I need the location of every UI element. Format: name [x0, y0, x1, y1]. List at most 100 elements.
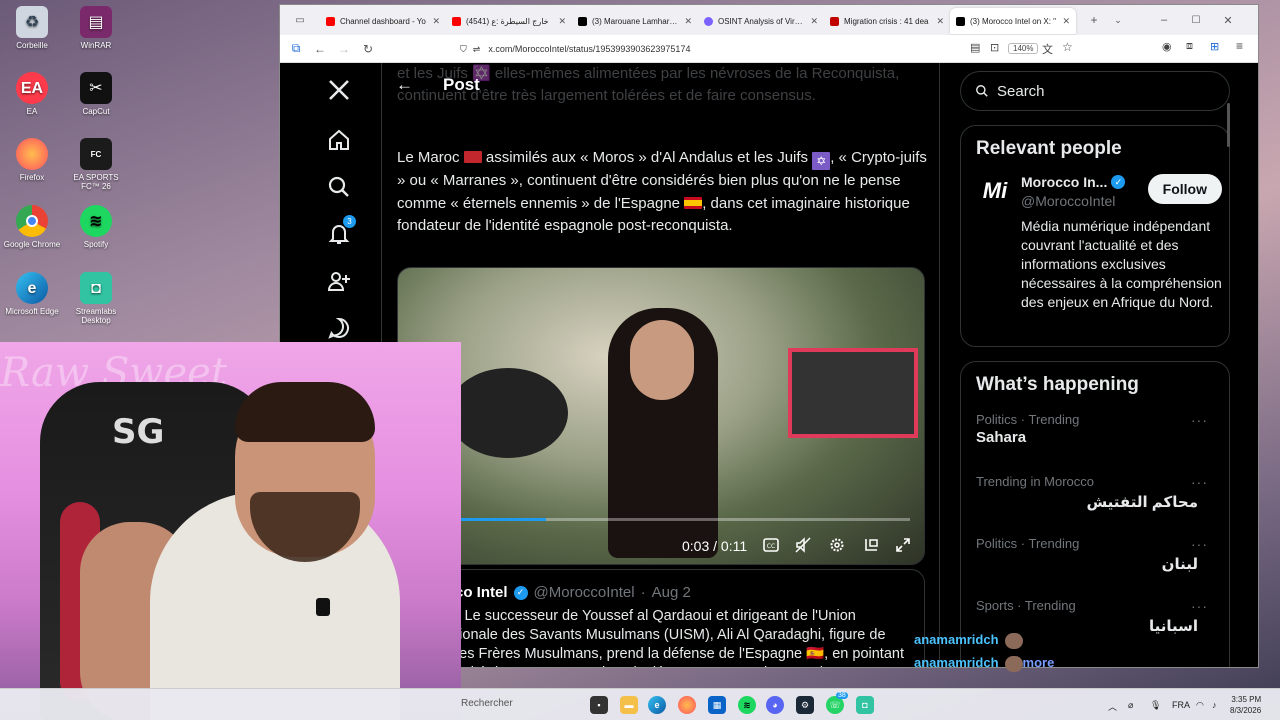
sidebar-toggle-icon[interactable]: ⧉ — [284, 41, 308, 56]
reload-icon[interactable]: ↻ — [356, 42, 380, 56]
zoom-level[interactable]: 140% — [1008, 43, 1039, 54]
browser-tab[interactable]: (3) Marouane Lamharzi / ✕ — [572, 8, 698, 34]
x-logo-icon[interactable] — [326, 77, 352, 103]
mute-icon[interactable] — [792, 534, 814, 556]
tab-list-icon[interactable]: ▭ — [280, 15, 320, 26]
url-text[interactable]: x.com/MoroccoIntel/status/19539939036239… — [488, 44, 690, 54]
tray-network-icon[interactable]: ⌀ — [1128, 700, 1133, 711]
discord-icon[interactable]: ◕ — [766, 696, 784, 714]
trend-item[interactable]: Politics · Trending Sahara ··· — [976, 412, 1214, 470]
tray-mic-icon[interactable]: 🎙 — [1150, 700, 1161, 711]
maximize-icon[interactable]: ☐ — [1184, 15, 1208, 26]
video-player[interactable]: 0:03 / 0:11 CC — [397, 267, 925, 565]
desktop-icon-label: Firefox — [19, 173, 45, 182]
browser-tab[interactable]: OSINT Analysis of Viral N ✕ — [698, 8, 824, 34]
back-icon[interactable]: ← — [308, 42, 332, 56]
chat-username: anamamridch — [914, 655, 999, 670]
whats-happening-title: What’s happening — [976, 374, 1139, 395]
chevron-down-icon[interactable]: ⌄ — [1106, 15, 1130, 26]
scrollbar[interactable] — [1227, 103, 1230, 147]
microsoft-edge-icon[interactable]: e Microsoft Edge — [0, 272, 64, 316]
close-tab-icon[interactable]: ✕ — [684, 16, 692, 27]
back-arrow-icon[interactable]: ← — [396, 75, 413, 95]
more-options-icon[interactable]: ··· — [1191, 474, 1208, 490]
notifications-bell-icon[interactable]: 3 — [326, 215, 356, 247]
post-text-part: assimilés aux « Moros » d'Al Andalus et … — [481, 149, 813, 166]
right-sidebar: Search Relevant people Mi Morocco In... … — [960, 63, 1232, 667]
firefox-icon[interactable]: Firefox — [0, 138, 64, 182]
bookmark-star-icon[interactable]: ☆ — [1062, 40, 1073, 54]
post-header: ← Post — [396, 75, 480, 95]
file-explorer-icon[interactable]: ▬ — [620, 696, 638, 714]
video-progress-bar[interactable] — [412, 518, 910, 521]
firefox-taskbar-icon[interactable] — [678, 696, 696, 714]
translator-extension-icon[interactable]: ⊞ — [1210, 40, 1219, 53]
browser-tab-active[interactable]: (3) Morocco Intel on X: " ✕ — [950, 8, 1076, 34]
close-tab-icon[interactable]: ✕ — [558, 16, 566, 27]
more-options-icon[interactable]: ··· — [1191, 412, 1208, 428]
taskbar-search[interactable]: Rechercher — [461, 698, 513, 709]
close-tab-icon[interactable]: ✕ — [432, 16, 440, 27]
quoted-post-date[interactable]: Aug 2 — [652, 584, 691, 601]
streamlabs-icon[interactable]: ◘ Streamlabs Desktop — [64, 272, 128, 325]
new-tab-icon[interactable]: + — [1082, 13, 1106, 27]
forward-icon[interactable]: → — [332, 42, 356, 56]
translate-icon[interactable]: 文 — [1042, 41, 1053, 57]
recycle-bin-icon[interactable]: ♻ Corbeille — [0, 6, 64, 50]
close-window-icon[interactable]: ✕ — [1216, 14, 1240, 27]
clock-time: 3:35 PM — [1231, 695, 1262, 704]
tray-wifi-icon[interactable]: ◠ — [1196, 700, 1204, 711]
tray-chevron-icon[interactable]: ︿ — [1108, 700, 1117, 713]
search-box[interactable]: Search — [960, 71, 1230, 111]
trend-title: Sahara — [976, 429, 1027, 446]
picture-in-picture-icon[interactable] — [860, 534, 882, 556]
ea-icon[interactable]: EA EA — [0, 72, 64, 116]
follow-icon[interactable] — [326, 268, 352, 294]
follow-button[interactable]: Follow — [1147, 174, 1222, 204]
home-icon[interactable] — [326, 127, 352, 153]
winrar-icon[interactable]: ▤ WinRAR — [64, 6, 128, 50]
language-indicator[interactable]: FRA — [1172, 700, 1190, 710]
close-tab-icon[interactable]: ✕ — [1062, 16, 1070, 27]
address-bar[interactable]: ⛉ ⇌ x.com/MoroccoIntel/status/1953993903… — [460, 38, 1080, 60]
svg-text:CC: CC — [767, 543, 775, 550]
menu-icon[interactable]: ≡ — [1236, 39, 1243, 53]
close-tab-icon[interactable]: ✕ — [936, 16, 944, 27]
search-icon[interactable] — [326, 174, 352, 200]
store-icon[interactable]: ▦ — [708, 696, 726, 714]
capcut-icon[interactable]: ✂ CapCut — [64, 72, 128, 116]
quoted-post[interactable]: Morocco Intel ✓ @MoroccoIntel · Aug 2 FL… — [397, 569, 925, 667]
streamlabs-taskbar-icon[interactable]: ◘ — [856, 696, 874, 714]
close-tab-icon[interactable]: ✕ — [810, 16, 818, 27]
person-name[interactable]: Morocco In... — [1021, 174, 1107, 190]
reader-view-icon[interactable]: ▤ — [970, 41, 980, 54]
more-options-icon[interactable]: ··· — [1191, 536, 1208, 552]
screenshot-icon[interactable]: ⊡ — [990, 41, 999, 54]
trend-item[interactable]: Politics · Trending لبنان ··· — [976, 536, 1214, 594]
spotify-icon[interactable]: ≋ Spotify — [64, 205, 128, 249]
fullscreen-icon[interactable] — [892, 534, 914, 556]
browser-tab[interactable]: خارج السيطرة :ع (4541) ✕ — [446, 8, 572, 34]
captions-icon[interactable]: CC — [760, 534, 782, 556]
account-icon[interactable]: ◉ — [1162, 40, 1172, 53]
post-column: et les Juifs ✡️ elles-mêmes alimentées p… — [382, 63, 940, 667]
morocco-intel-avatar[interactable]: Mi — [978, 174, 1012, 208]
spotify-taskbar-icon[interactable]: ≋ — [738, 696, 756, 714]
more-options-icon[interactable]: ··· — [1191, 598, 1208, 614]
settings-gear-icon[interactable] — [826, 534, 848, 556]
task-view-icon[interactable]: ▪ — [590, 696, 608, 714]
google-chrome-icon[interactable]: Google Chrome — [0, 205, 64, 249]
extensions-icon[interactable]: ⧈ — [1186, 40, 1193, 53]
tray-volume-icon[interactable]: ♪ — [1212, 700, 1217, 710]
trend-item[interactable]: Trending in Morocco محاكم التفتيش ··· — [976, 474, 1214, 532]
browser-tab[interactable]: Channel dashboard - Yo ✕ — [320, 8, 446, 34]
relevant-person[interactable]: Mi Morocco In... ✓ @MoroccoIntel Follow … — [976, 174, 1222, 312]
steam-icon[interactable]: ⚙ — [796, 696, 814, 714]
grok-chat-icon[interactable] — [326, 315, 352, 341]
system-clock[interactable]: 3:35 PM 8/3/2026 — [1230, 694, 1261, 716]
browser-tab[interactable]: Migration crisis : 41 dea ✕ — [824, 8, 950, 34]
ea-sports-fc-icon[interactable]: FC EA SPORTS FC™ 26 — [64, 138, 128, 191]
edge-taskbar-icon[interactable]: e — [648, 696, 666, 714]
minimize-icon[interactable]: – — [1152, 14, 1176, 26]
quoted-author-handle[interactable]: @MoroccoIntel — [534, 584, 635, 601]
